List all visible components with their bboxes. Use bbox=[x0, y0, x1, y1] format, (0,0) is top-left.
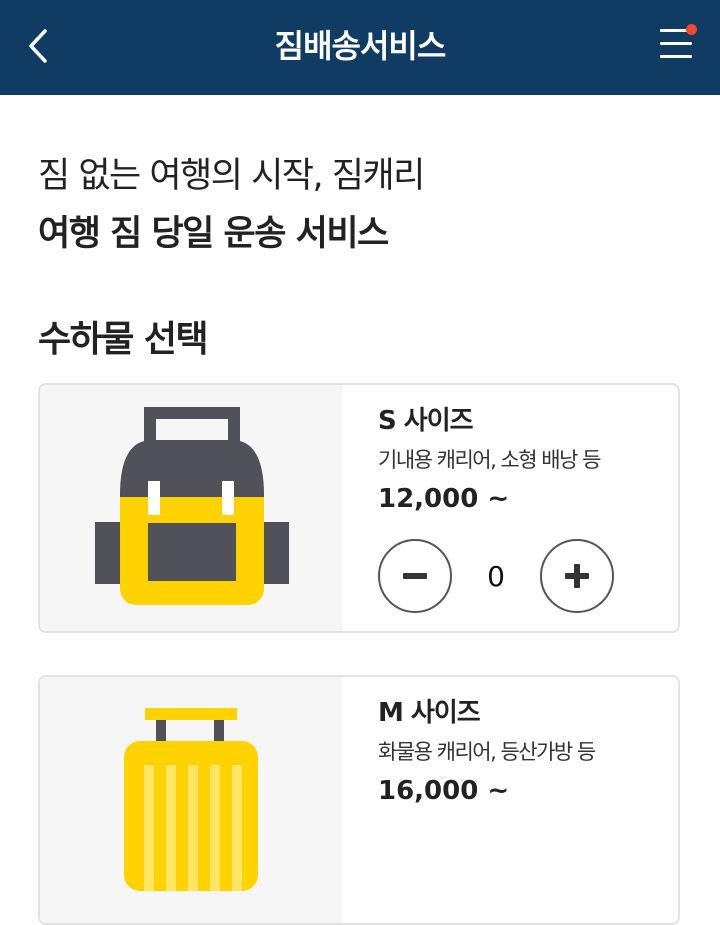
section-title: 수하물 선택 bbox=[38, 319, 209, 360]
notification-dot bbox=[686, 24, 697, 35]
quantity-value: 0 bbox=[487, 559, 505, 593]
size-price: 16,000 ~ bbox=[378, 776, 510, 806]
intro-headline: 짐 없는 여행의 시작, 짐캐리 bbox=[38, 156, 425, 196]
size-name: S 사이즈 bbox=[378, 406, 474, 436]
size-description: 화물용 캐리어, 등산가방 등 bbox=[378, 740, 596, 764]
size-name: M 사이즈 bbox=[378, 698, 481, 728]
intro-subheadline: 여행 짐 당일 운송 서비스 bbox=[38, 214, 389, 254]
plus-icon bbox=[565, 564, 589, 588]
hamburger-line bbox=[660, 42, 692, 45]
luggage-card-m: M 사이즈 화물용 캐리어, 등산가방 등 16,000 ~ bbox=[38, 675, 680, 925]
minus-icon bbox=[403, 573, 427, 579]
luggage-info: M 사이즈 화물용 캐리어, 등산가방 등 16,000 ~ bbox=[378, 695, 668, 809]
app-header: 짐배송서비스 bbox=[0, 0, 720, 95]
size-price: 12,000 ~ bbox=[378, 484, 510, 514]
page-title: 짐배송서비스 bbox=[274, 27, 447, 65]
quantity-stepper: 0 bbox=[378, 539, 618, 617]
size-description: 기내용 캐리어, 소형 배낭 등 bbox=[378, 448, 601, 472]
luggage-info: S 사이즈 기내용 캐리어, 소형 배낭 등 12,000 ~ bbox=[378, 403, 668, 517]
luggage-card-s: S 사이즈 기내용 캐리어, 소형 배낭 등 12,000 ~ 0 bbox=[38, 383, 680, 633]
increase-button[interactable] bbox=[540, 539, 614, 613]
backpack-icon bbox=[95, 407, 289, 605]
hamburger-line bbox=[660, 55, 692, 58]
luggage-image bbox=[40, 677, 342, 923]
suitcase-icon bbox=[124, 708, 258, 891]
luggage-image bbox=[40, 385, 342, 631]
menu-button[interactable] bbox=[652, 20, 700, 70]
decrease-button[interactable] bbox=[378, 539, 452, 613]
intro-text: 짐 없는 여행의 시작, 짐캐리 여행 짐 당일 운송 서비스 bbox=[38, 152, 688, 258]
